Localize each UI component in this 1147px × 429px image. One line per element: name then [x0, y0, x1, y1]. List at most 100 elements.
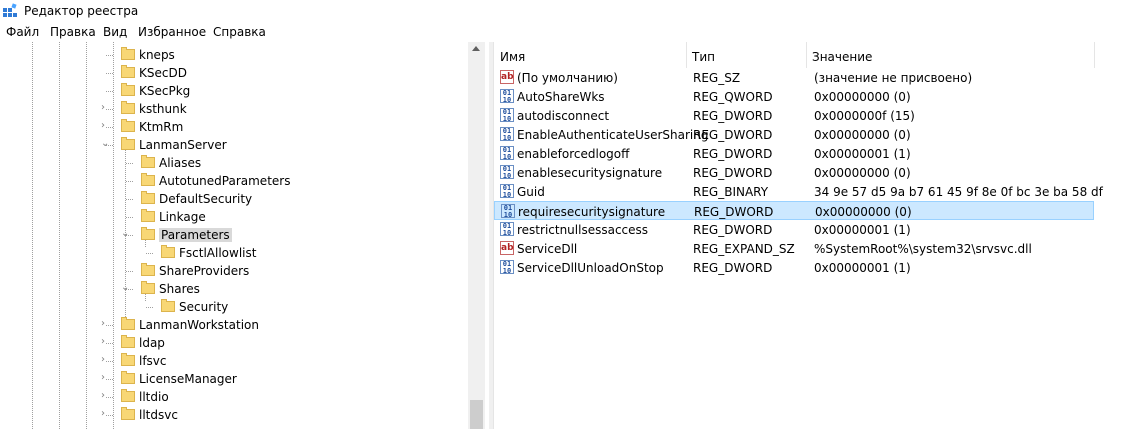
- value-name: enablesecuritysignature: [517, 166, 663, 180]
- tree-item[interactable]: Aliases: [0, 154, 468, 172]
- binary-value-icon: 01 10: [500, 184, 514, 199]
- value-row[interactable]: 01 10 enablesecuritysignature REG_DWORD 0x00…: [494, 163, 1147, 182]
- value-row[interactable]: ab (По умолчанию) REG_SZ (значение не присв…: [494, 68, 1147, 87]
- tree-item[interactable]: › lltdio: [0, 388, 468, 406]
- tree-item-label: ksthunk: [139, 102, 187, 116]
- tree-item[interactable]: FsctlAllowlist: [0, 244, 468, 262]
- tree-item-label: FsctlAllowlist: [179, 246, 257, 260]
- tree-item[interactable]: DefaultSecurity: [0, 190, 468, 208]
- menu-file[interactable]: Файл: [6, 25, 39, 39]
- tree-branch-line: [126, 199, 133, 200]
- binary-value-icon: 01 10: [500, 146, 514, 161]
- column-header-data[interactable]: Значение: [806, 42, 1095, 68]
- value-row[interactable]: 01 10 enableforcedlogoff REG_DWORD 0x0000000…: [494, 144, 1147, 163]
- chevron-down-icon[interactable]: ⌄: [101, 138, 109, 149]
- value-row[interactable]: 01 10 Guid REG_BINARY 34 9e 57 d5 9a b7 61 4…: [494, 182, 1147, 201]
- value-data: 0x00000000 (0): [814, 166, 911, 180]
- scroll-up-arrow-icon[interactable]: [472, 46, 480, 51]
- value-row[interactable]: 01 10 autodisconnect REG_DWORD 0x0000000f (1…: [494, 106, 1147, 125]
- tree-item[interactable]: AutotunedParameters: [0, 172, 468, 190]
- tree-item-label: LanmanWorkstation: [139, 318, 259, 332]
- tree-item-label: AutotunedParameters: [159, 174, 291, 188]
- tree-item[interactable]: KSecDD: [0, 64, 468, 82]
- tree-item[interactable]: ⌄ Shares: [0, 280, 468, 298]
- folder-icon: [141, 155, 155, 168]
- tree-scrollbar[interactable]: [468, 42, 485, 429]
- menu-view[interactable]: Вид: [103, 25, 127, 39]
- chevron-right-icon[interactable]: ›: [101, 408, 105, 419]
- tree-item[interactable]: › ldap: [0, 334, 468, 352]
- chevron-right-icon[interactable]: ›: [101, 354, 105, 365]
- folder-icon: [121, 389, 135, 402]
- tree-item-label: kneps: [139, 48, 175, 62]
- tree-branch-line: [106, 109, 113, 110]
- tree-branch-line: [126, 181, 133, 182]
- value-row[interactable]: 01 10 requiresecuritysignature REG_DWORD 0x0…: [494, 201, 1094, 220]
- value-row[interactable]: 01 10 AutoShareWks REG_QWORD 0x00000000 (0): [494, 87, 1147, 106]
- value-type: REG_SZ: [693, 71, 741, 85]
- value-type: REG_DWORD: [693, 261, 773, 275]
- folder-icon: [121, 317, 135, 330]
- value-data: 0x00000001 (1): [814, 223, 911, 237]
- column-header-type[interactable]: Тип: [686, 42, 807, 68]
- values-list-pane[interactable]: Имя Тип Значение ab (По умолчанию) REG_SZ(…: [493, 42, 1147, 429]
- tree-item[interactable]: kneps: [0, 46, 468, 64]
- chevron-down-icon[interactable]: ⌄: [121, 228, 129, 239]
- window-title: Редактор реестра: [24, 4, 139, 18]
- chevron-right-icon[interactable]: ›: [101, 336, 105, 347]
- value-row[interactable]: 01 10 ServiceDllUnloadOnStop REG_DWORD 0x000…: [494, 258, 1147, 277]
- binary-value-icon: 01 10: [500, 222, 514, 237]
- chevron-down-icon[interactable]: ⌄: [121, 282, 129, 293]
- value-row[interactable]: 01 10 restrictnullsessaccess REG_DWORD 0x000…: [494, 220, 1147, 239]
- value-type: REG_DWORD: [693, 147, 773, 161]
- tree-item[interactable]: › LanmanWorkstation: [0, 316, 468, 334]
- value-row[interactable]: 01 10 EnableAuthenticateUserSharing REG_DWO…: [494, 125, 1147, 144]
- column-header-name[interactable]: Имя: [494, 42, 687, 68]
- value-row[interactable]: ab ServiceDll REG_EXPAND_SZ %SystemRoot%\sy…: [494, 239, 1147, 258]
- tree-item-label: ShareProviders: [159, 264, 250, 278]
- value-type: REG_DWORD: [693, 128, 773, 142]
- tree-item[interactable]: Linkage: [0, 208, 468, 226]
- value-name: restrictnullsessaccess: [517, 223, 649, 237]
- value-name: AutoShareWks: [517, 90, 605, 104]
- tree-item[interactable]: › LicenseManager: [0, 370, 468, 388]
- binary-value-icon: 01 10: [500, 165, 514, 180]
- tree-item-label: KSecPkg: [139, 84, 191, 98]
- string-value-icon: ab: [500, 241, 514, 255]
- value-name: Guid: [517, 185, 545, 199]
- menu-help[interactable]: Справка: [213, 25, 266, 39]
- string-value-icon: ab: [500, 70, 514, 84]
- tree-item[interactable]: › KtmRm: [0, 118, 468, 136]
- tree-item[interactable]: ⌄ LanmanServer: [0, 136, 468, 154]
- menu-edit[interactable]: Правка: [50, 25, 96, 39]
- chevron-right-icon[interactable]: ›: [101, 372, 105, 383]
- tree-branch-line: [106, 379, 113, 380]
- scroll-thumb[interactable]: [470, 400, 483, 429]
- folder-icon: [121, 65, 135, 78]
- tree-item-label: lltdsvc: [139, 408, 178, 422]
- tree-item[interactable]: › lfsvc: [0, 352, 468, 370]
- chevron-right-icon[interactable]: ›: [101, 390, 105, 401]
- registry-tree-pane[interactable]: kneps KSecDD KSecPkg › ksthunk › KtmRm ⌄ LanmanS…: [0, 42, 489, 429]
- binary-value-icon: 01 10: [500, 127, 514, 142]
- menu-favorites[interactable]: Избранное: [138, 25, 206, 39]
- chevron-right-icon[interactable]: ›: [101, 120, 105, 131]
- tree-item[interactable]: KSecPkg: [0, 82, 468, 100]
- chevron-right-icon[interactable]: ›: [101, 318, 105, 329]
- value-name: EnableAuthenticateUserSharing: [517, 128, 709, 142]
- tree-item-label: Linkage: [159, 210, 206, 224]
- tree-item-label: Aliases: [159, 156, 202, 170]
- tree-item[interactable]: ⌄ Parameters: [0, 226, 468, 244]
- tree-item[interactable]: › lltdsvc: [0, 406, 468, 424]
- chevron-right-icon[interactable]: ›: [101, 102, 105, 113]
- folder-icon: [121, 47, 135, 60]
- tree-item[interactable]: ShareProviders: [0, 262, 468, 280]
- value-data: 0x00000001 (1): [814, 147, 911, 161]
- folder-icon: [121, 137, 135, 150]
- tree-item-label: ldap: [139, 336, 165, 350]
- tree-item[interactable]: Security: [0, 298, 468, 316]
- tree-branch-line: [126, 217, 133, 218]
- tree-item[interactable]: › ksthunk: [0, 100, 468, 118]
- folder-icon: [121, 335, 135, 348]
- value-name: (По умолчанию): [517, 71, 618, 85]
